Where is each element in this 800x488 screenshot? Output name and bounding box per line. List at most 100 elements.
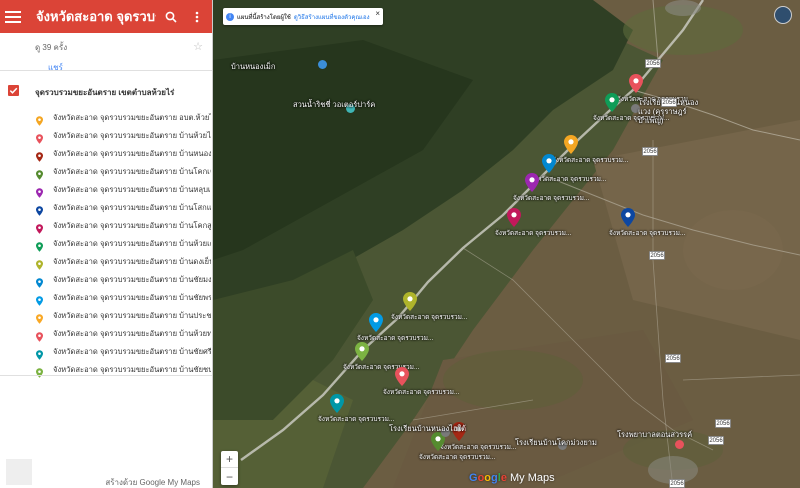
sidebar: จังหวัดสะอาด จุดรวบรวมขยะอันตราย ดู 39 ค… [0,0,213,488]
map-marker[interactable] [605,93,619,112]
list-item[interactable]: จังหวัดสะอาด จุดรวบรวมขยะอันตราย บ้านชัย… [0,289,212,307]
list-item[interactable]: จังหวัดสะอาด จุดรวบรวมขยะอันตราย บ้านห้ว… [0,235,212,253]
poi-label[interactable]: โรงเรียนบ้านโคกม่วงยาม [515,438,597,447]
layer-checkbox[interactable] [8,85,19,96]
hamburger-icon[interactable] [5,10,21,23]
google-logo: Google My Maps [469,472,555,484]
map-marker[interactable] [507,208,521,227]
list-item-label: จังหวัดสะอาด จุดรวบรวมขยะอันตราย บ้านชัย… [53,275,211,284]
map-marker[interactable] [395,367,409,386]
road-number-shield: 2056 [649,251,665,260]
map-pin-icon [36,239,43,252]
notice-text: แผนที่นี้สร้างโดยผู้ใช้ [237,14,291,21]
created-with-text: สร้างด้วย Google My Maps [105,478,200,487]
map-pin-icon [36,113,43,126]
list-item-label: จังหวัดสะอาด จุดรวบรวมขยะอันตราย บ้านประ… [53,311,211,320]
road-number-shield: 2056 [642,147,658,156]
layer-header: จุดรวบรวมขยะอันตราย เขตตำบลห้วยไร่ [0,79,212,109]
map-pin-icon [36,203,43,216]
zoom-control: + − [221,451,238,485]
list-item-label: จังหวัดสะอาด จุดรวบรวมขยะอันตราย บ้านชัย… [53,293,211,302]
map-marker[interactable] [542,154,556,173]
list-item-label: จังหวัดสะอาด จุดรวบรวมขยะอันตราย บ้านห้ว… [53,239,211,248]
poi-icon[interactable] [318,60,327,69]
list-item[interactable]: จังหวัดสะอาด จุดรวบรวมขยะอันตราย บ้านชัย… [0,343,212,361]
place-list: จังหวัดสะอาด จุดรวบรวมขยะอันตราย อบต.ห้ว… [0,109,212,379]
list-item[interactable]: จังหวัดสะอาด จุดรวบรวมขยะอันตราย บ้านห้ว… [0,127,212,145]
road-number-shield: 2056 [645,59,661,68]
list-item-label: จังหวัดสะอาด จุดรวบรวมขยะอันตราย บ้านโคก… [53,221,211,230]
map-marker[interactable] [403,292,417,311]
mymaps-logo [6,459,32,485]
map-pin-icon [36,275,43,288]
map-pin-icon [36,293,43,306]
close-icon[interactable]: × [375,9,380,18]
star-icon[interactable]: ☆ [193,40,203,53]
list-item[interactable]: จังหวัดสะอาด จุดรวบรวมขยะอันตราย บ้านโคก… [0,217,212,235]
list-item[interactable]: จังหวัดสะอาด จุดรวบรวมขยะอันตราย บ้านโสก… [0,199,212,217]
list-item[interactable]: จังหวัดสะอาด จุดรวบรวมขยะอันตราย บ้านประ… [0,307,212,325]
divider [0,375,212,376]
list-item-label: จังหวัดสะอาด จุดรวบรวมขยะอันตราย บ้านห้ว… [53,329,211,338]
more-vert-icon[interactable] [186,6,208,28]
zoom-in-button[interactable]: + [221,451,238,468]
map-pin-icon [36,185,43,198]
view-count: ดู 39 ครั้ง [35,43,68,52]
zoom-out-button[interactable]: − [221,468,238,485]
map-pin-icon [36,257,43,270]
road-number-shield: 2056 [708,436,724,445]
road-number-shield: 2056 [715,419,731,428]
satellite-imagery [213,0,800,488]
map-meta: ดู 39 ครั้ง แชร์ ☆ [0,33,212,74]
map-pin-icon [36,149,43,162]
map-marker[interactable] [525,173,539,192]
list-item[interactable]: จังหวัดสะอาด จุดรวบรวมขยะอันตราย บ้านหลุ… [0,181,212,199]
map-marker[interactable] [330,394,344,413]
layers-icon[interactable] [774,6,792,24]
map-marker[interactable] [629,74,643,93]
list-item[interactable]: จังหวัดสะอาด จุดรวบรวมขยะอันตราย บ้านห้ว… [0,325,212,343]
list-item[interactable]: จังหวัดสะอาด จุดรวบรวมขยะอันตราย บ้านดงเ… [0,253,212,271]
list-item[interactable]: จังหวัดสะอาด จุดรวบรวมขยะอันตราย บ้านชัย… [0,361,212,379]
poi-label[interactable]: สวนน้ำริชชี่ วอเตอร์ปาร์ค [293,100,375,109]
map-pin-icon [36,329,43,342]
list-item[interactable]: จังหวัดสะอาด จุดรวบรวมขยะอันตราย อบต.ห้ว… [0,109,212,127]
map-title: จังหวัดสะอาด จุดรวบรวมขยะอันตราย [36,9,156,24]
list-item[interactable]: จังหวัดสะอาด จุดรวบรวมขยะอันตราย บ้านหนอ… [0,145,212,163]
share-link[interactable]: แชร์ [48,61,212,74]
road-number-shield: 2056 [669,479,685,488]
list-item-label: จังหวัดสะอาด จุดรวบรวมขยะอันตราย บ้านชัย… [53,347,211,356]
info-icon: i [226,12,234,21]
map-pin-icon [36,365,43,378]
list-item-label: จังหวัดสะอาด จุดรวบรวมขยะอันตราย บ้านห้ว… [53,131,211,140]
poi-label[interactable]: บ้านหนองเม็ก [231,62,275,71]
user-created-notice: i แผนที่นี้สร้างโดยผู้ใช้ ดูวิธีสร้างแผน… [223,8,383,25]
list-item-label: จังหวัดสะอาด จุดรวบรวมขยะอันตราย บ้านโคก… [53,167,211,176]
map-pin-icon [36,131,43,144]
notice-link[interactable]: ดูวิธีสร้างแผนที่ของตัวคุณเอง [294,12,370,22]
map-pin-icon [36,167,43,180]
list-item-label: จังหวัดสะอาด จุดรวบรวมขยะอันตราย บ้านโสก… [53,203,211,212]
list-item-label: จังหวัดสะอาด จุดรวบรวมขยะอันตราย บ้านหลุ… [53,185,211,194]
map-marker[interactable] [369,313,383,332]
list-item-label: จังหวัดสะอาด จุดรวบรวมขยะอันตราย บ้านดงเ… [53,257,211,266]
list-item-label: จังหวัดสะอาด จุดรวบรวมขยะอันตราย บ้านหนอ… [53,149,211,158]
poi-label[interactable]: โรงพยาบาลตอนสวรรค์ [617,430,692,439]
header-bar: จังหวัดสะอาด จุดรวบรวมขยะอันตราย [0,0,212,33]
map-marker[interactable] [621,208,635,227]
road-number-shield: 2056 [661,98,677,107]
list-item-label: จังหวัดสะอาด จุดรวบรวมขยะอันตราย อบต.ห้ว… [53,113,211,122]
poi-label[interactable]: โรงเรียนบ้านหนองไฮใต้ [389,424,466,433]
map-pin-icon [36,347,43,360]
map-pin-icon [36,311,43,324]
list-item[interactable]: จังหวัดสะอาด จุดรวบรวมขยะอันตราย บ้านโคก… [0,163,212,181]
map-marker[interactable] [355,342,369,361]
map-marker[interactable] [564,135,578,154]
map-canvas[interactable]: i แผนที่นี้สร้างโดยผู้ใช้ ดูวิธีสร้างแผน… [213,0,800,488]
map-pin-icon [36,221,43,234]
layer-name: จุดรวบรวมขยะอันตราย เขตตำบลห้วยไร่ [35,88,175,97]
search-icon[interactable] [160,6,182,28]
list-item[interactable]: จังหวัดสะอาด จุดรวบรวมขยะอันตราย บ้านชัย… [0,271,212,289]
poi-icon[interactable] [675,440,684,449]
road-number-shield: 2056 [665,354,681,363]
